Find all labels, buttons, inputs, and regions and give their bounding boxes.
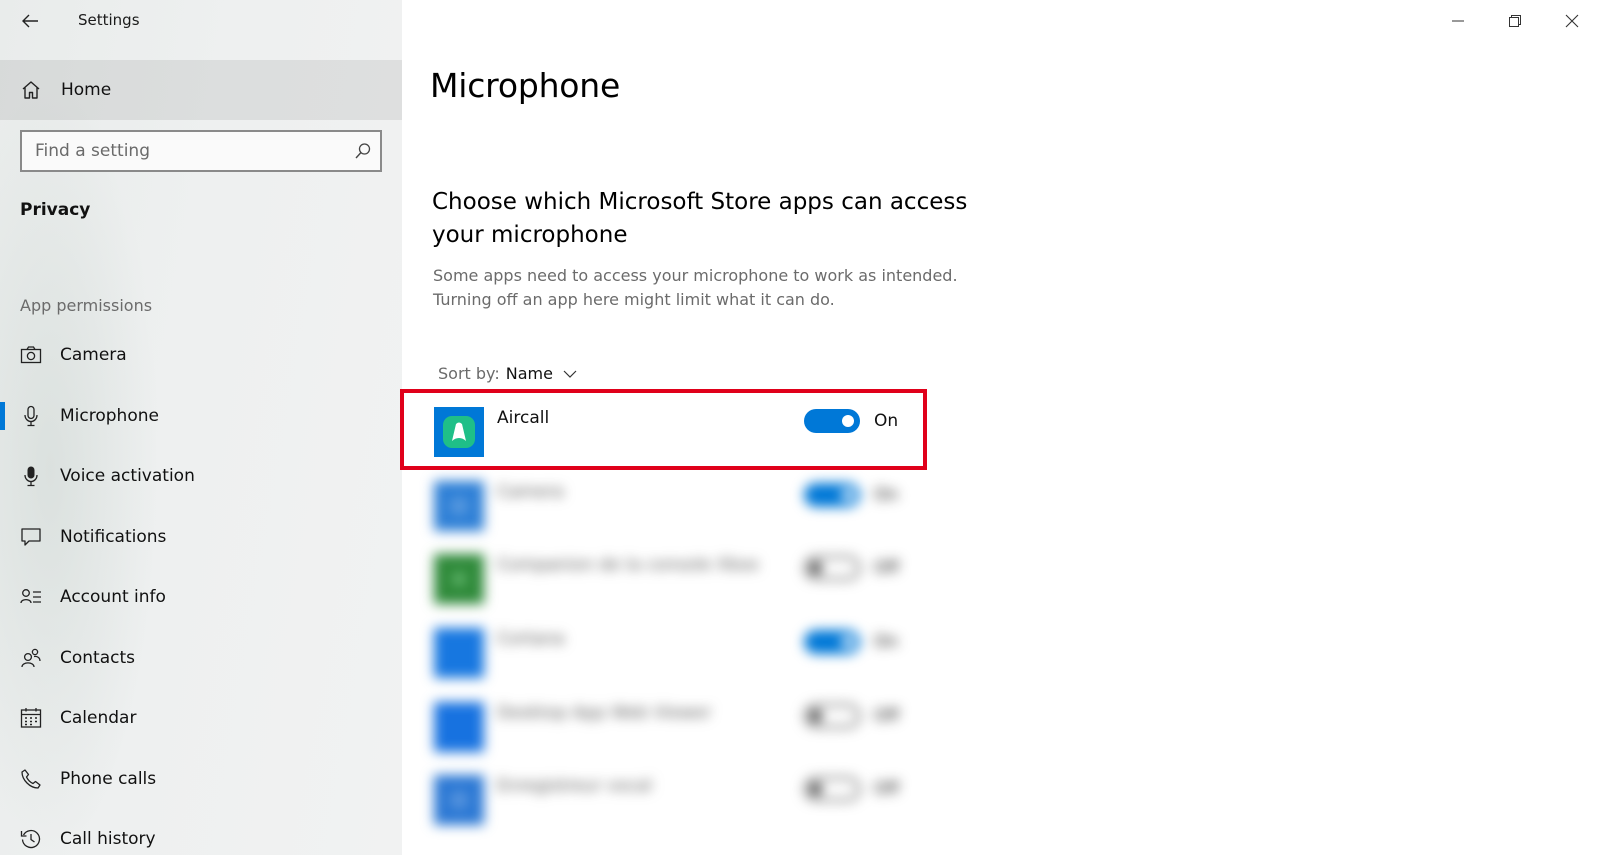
app-icon xyxy=(434,702,484,752)
notifications-icon xyxy=(20,526,42,548)
sidebar-item-notifications[interactable]: Notifications xyxy=(0,507,402,568)
window-controls xyxy=(1429,0,1600,42)
sidebar-item-label: Call history xyxy=(60,829,156,850)
app-row-aircall: Aircall On xyxy=(434,407,914,457)
search-icon[interactable] xyxy=(346,142,380,160)
sidebar-item-voice-activation[interactable]: Voice activation xyxy=(0,446,402,507)
app-row: Camera On xyxy=(434,481,914,531)
back-arrow-icon xyxy=(22,14,38,28)
toggle-state-label: On xyxy=(874,485,899,505)
app-name: Cortana xyxy=(497,629,565,649)
chevron-down-icon xyxy=(563,370,577,378)
app-row: Cortana On xyxy=(434,628,914,678)
close-button[interactable] xyxy=(1543,0,1600,42)
section-title-privacy: Privacy xyxy=(20,200,91,220)
search-input[interactable] xyxy=(22,132,346,170)
back-button[interactable] xyxy=(12,5,48,37)
app-icon xyxy=(434,775,484,825)
sidebar-item-microphone[interactable]: Microphone xyxy=(0,386,402,447)
toggle-state-label: Off xyxy=(874,558,900,578)
search-box xyxy=(20,130,382,172)
aircall-app-icon xyxy=(434,407,484,457)
app-row: Companion de la console Xbox Off xyxy=(434,554,914,604)
minimize-icon xyxy=(1451,20,1464,22)
app-row: Desktop App Web Viewer Off xyxy=(434,702,914,752)
sidebar-item-contacts[interactable]: Contacts xyxy=(0,628,402,689)
section-title: Choose which Microsoft Store apps can ac… xyxy=(432,189,968,248)
sort-dropdown[interactable]: Sort by: Name xyxy=(438,364,577,383)
sidebar-item-label: Contacts xyxy=(60,647,135,668)
app-toggle-switch[interactable] xyxy=(804,556,860,580)
app-toggle-switch[interactable] xyxy=(804,704,860,728)
app-name: Companion de la console Xbox xyxy=(497,555,760,575)
contacts-icon xyxy=(20,647,42,669)
app-icon xyxy=(434,554,484,604)
sidebar-item-phone-calls[interactable]: Phone calls xyxy=(0,749,402,810)
sidebar-item-label: Home xyxy=(61,80,112,100)
sidebar-item-label: Voice activation xyxy=(60,466,195,487)
restore-button[interactable] xyxy=(1486,0,1543,42)
app-toggle-switch[interactable] xyxy=(804,630,860,654)
sidebar-item-calendar[interactable]: Calendar xyxy=(0,688,402,749)
sidebar-item-label: Notifications xyxy=(60,526,167,547)
app-icon xyxy=(434,628,484,678)
sidebar-item-label: Camera xyxy=(60,345,127,366)
history-icon xyxy=(20,828,42,850)
account-info-icon xyxy=(20,586,42,608)
sidebar-nav: Camera Microphone Voice activation Notif… xyxy=(0,325,402,855)
sidebar: Settings Home Privacy App permissions Ca… xyxy=(0,0,402,855)
sidebar-item-label: Calendar xyxy=(60,708,137,729)
app-row: Enregistreur vocal Off xyxy=(434,775,914,825)
app-toggle-switch[interactable] xyxy=(804,777,860,801)
sort-label: Sort by: xyxy=(438,364,500,383)
restore-icon xyxy=(1508,15,1521,27)
sort-value: Name xyxy=(505,364,553,383)
sidebar-item-account-info[interactable]: Account info xyxy=(0,567,402,628)
group-title-app-permissions: App permissions xyxy=(20,296,153,315)
toggle-state-label: On xyxy=(874,411,899,431)
microphone-icon xyxy=(20,405,42,427)
toggle-state-label: Off xyxy=(874,779,900,799)
sidebar-item-label: Account info xyxy=(60,587,166,608)
app-name: Enregistreur vocal xyxy=(497,776,652,796)
app-toggle-switch[interactable] xyxy=(804,483,860,507)
sidebar-item-label: Microphone xyxy=(60,405,159,426)
sidebar-item-call-history[interactable]: Call history xyxy=(0,809,402,855)
voice-activation-icon xyxy=(20,465,42,487)
sidebar-item-label: Phone calls xyxy=(60,768,157,789)
phone-icon xyxy=(20,768,42,790)
camera-icon xyxy=(20,344,42,366)
app-name: Aircall xyxy=(497,408,550,428)
titlebar-left: Settings xyxy=(0,0,402,42)
sidebar-item-home[interactable]: Home xyxy=(0,60,402,120)
calendar-icon xyxy=(20,707,42,729)
minimize-button[interactable] xyxy=(1429,0,1486,42)
page-title: Microphone xyxy=(430,66,621,105)
sidebar-item-camera[interactable]: Camera xyxy=(0,325,402,386)
app-title: Settings xyxy=(78,11,140,29)
toggle-state-label: Off xyxy=(874,706,900,726)
section-description: Some apps need to access your microphone… xyxy=(433,266,958,309)
app-icon xyxy=(434,481,484,531)
aircall-toggle-switch[interactable] xyxy=(804,409,860,433)
home-icon xyxy=(22,81,40,99)
app-name: Camera xyxy=(497,482,564,502)
close-icon xyxy=(1565,14,1578,28)
toggle-state-label: On xyxy=(874,632,899,652)
app-name: Desktop App Web Viewer xyxy=(497,703,712,723)
